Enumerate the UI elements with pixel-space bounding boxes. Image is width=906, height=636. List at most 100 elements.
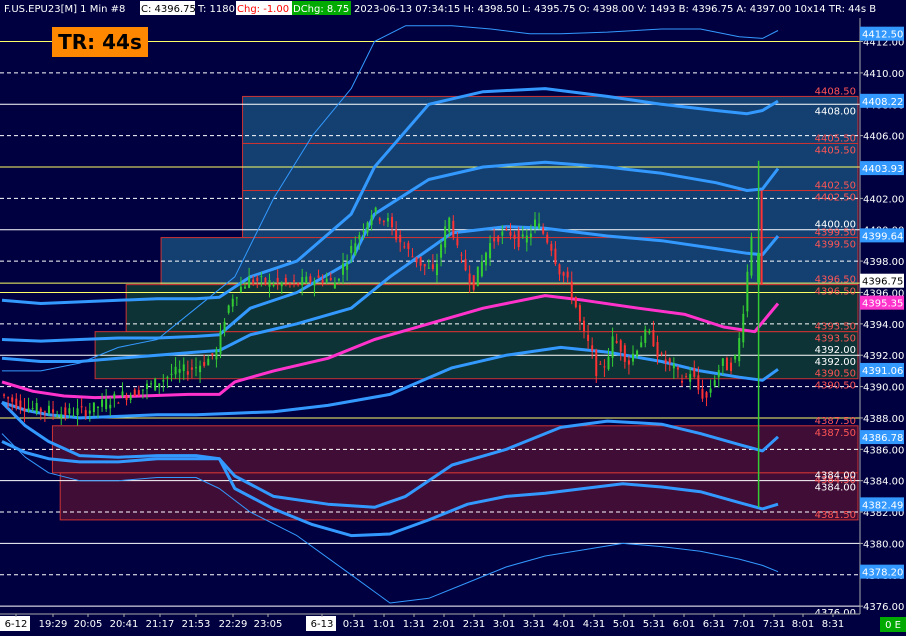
time-tick-label: 20:41	[110, 619, 139, 630]
candle-body	[435, 263, 438, 276]
candle-body	[190, 367, 193, 370]
level-label: 4402.50	[815, 181, 856, 192]
candle-body	[239, 286, 242, 293]
candle-body	[280, 282, 283, 287]
tr-badge: TR: 44s	[52, 27, 148, 57]
candle-body	[305, 276, 308, 284]
time-tick-label: 3:31	[523, 619, 545, 630]
candle-body	[689, 374, 692, 382]
time-axis[interactable]: 6-12 19:29 20:05 20:41 21:17 21:53 22:29 23:05 6…	[0, 613, 906, 632]
candle-body	[313, 281, 316, 286]
candle-body	[346, 263, 349, 270]
candle-body	[268, 279, 271, 287]
candle-body	[652, 329, 655, 347]
candle-body	[186, 371, 189, 375]
candle-body	[713, 380, 716, 386]
candle-body	[219, 330, 222, 354]
time-tick-label: 20:05	[74, 619, 103, 630]
candle-body	[452, 220, 455, 238]
candle-body	[166, 376, 169, 379]
candle-body	[137, 390, 140, 396]
level-label: 4408.50	[815, 86, 856, 97]
candle-body	[717, 369, 720, 378]
header-dchg: DChg: 8.75	[293, 4, 349, 15]
candle-body	[501, 231, 504, 236]
candle-body	[92, 402, 95, 413]
candle-body	[427, 267, 430, 269]
level-label: 4384.00	[815, 471, 856, 482]
corner-box: 0 E	[880, 617, 906, 632]
chart-canvas[interactable]: 4408.504408.004405.504405.504402.504402.…	[0, 0, 906, 632]
candle-body	[431, 264, 434, 269]
candle-body	[721, 358, 724, 366]
candle-body	[47, 405, 50, 414]
header-symbol: F.US.EPU23[M] 1 Min #8	[4, 4, 125, 15]
candle-body	[562, 272, 565, 276]
time-tick-label: 7:31	[763, 619, 785, 630]
candle-body	[150, 383, 153, 385]
header-close: C: 4396.75	[141, 4, 196, 15]
price-tick-label: 4394.00	[863, 320, 904, 331]
candle-body	[554, 248, 557, 265]
time-tick-label: 4:01	[553, 619, 575, 630]
level-label: 4384.00	[815, 483, 856, 494]
candle-body	[80, 406, 83, 408]
zone-supply-0	[242, 95, 859, 144]
candle-body	[611, 336, 614, 358]
candle-body	[423, 264, 426, 267]
time-tick-label: 0:31	[343, 619, 365, 630]
candle-body	[725, 357, 728, 371]
candle-body	[354, 243, 357, 256]
candle-body	[603, 366, 606, 368]
candle-body	[145, 383, 148, 390]
candle-body	[321, 279, 324, 283]
candle-body	[664, 359, 667, 364]
candle-body	[325, 278, 328, 282]
candle-body	[742, 313, 745, 343]
level-label: 4387.50	[815, 416, 856, 427]
price-tag-label: 4386.78	[862, 433, 903, 444]
price-tick-label: 4380.00	[863, 539, 904, 550]
time-tick-label: 6:31	[703, 619, 725, 630]
candle-body	[105, 398, 108, 410]
price-tag-label: 4396.75	[862, 277, 903, 288]
candle-body	[309, 276, 312, 282]
candle-body	[174, 366, 177, 375]
level-label: 4396.50	[815, 275, 856, 286]
candle-body	[570, 281, 573, 299]
candle-body	[681, 380, 684, 383]
candle-body	[505, 228, 508, 230]
level-label: 4396.50	[815, 287, 856, 298]
candle-body	[599, 363, 602, 365]
candle-body	[391, 216, 394, 228]
candle-body	[517, 230, 520, 248]
candle-body	[39, 408, 42, 412]
candle-body	[358, 234, 361, 240]
price-tick-label: 4388.00	[863, 414, 904, 425]
candle-body	[260, 276, 263, 278]
candle-body	[419, 256, 422, 266]
candle-body	[337, 278, 340, 281]
candle-body	[382, 220, 385, 222]
candle-body	[472, 275, 475, 290]
candle-body	[546, 234, 549, 243]
candle-body	[256, 277, 259, 282]
candle-body	[738, 338, 741, 362]
candle-body	[43, 411, 46, 413]
candle-body	[52, 409, 55, 413]
trading-chart[interactable]: 4408.50 4408.00 4405.50 4405.50 4402.50 4402.…	[0, 0, 906, 632]
level-label: 4402.50	[815, 193, 856, 204]
candle-body	[668, 358, 671, 364]
time-tick-label: 1:01	[373, 619, 395, 630]
candle-body	[574, 297, 577, 308]
candle-body	[141, 389, 144, 391]
candle-body	[248, 277, 251, 288]
candle-body	[484, 252, 487, 266]
candle-body	[121, 391, 124, 397]
zone-demand-7	[59, 472, 859, 521]
candle-body	[623, 345, 626, 362]
candle-body	[456, 238, 459, 246]
candle-body	[693, 368, 696, 377]
candle-body	[730, 362, 733, 372]
level-label: 4405.50	[815, 133, 856, 144]
